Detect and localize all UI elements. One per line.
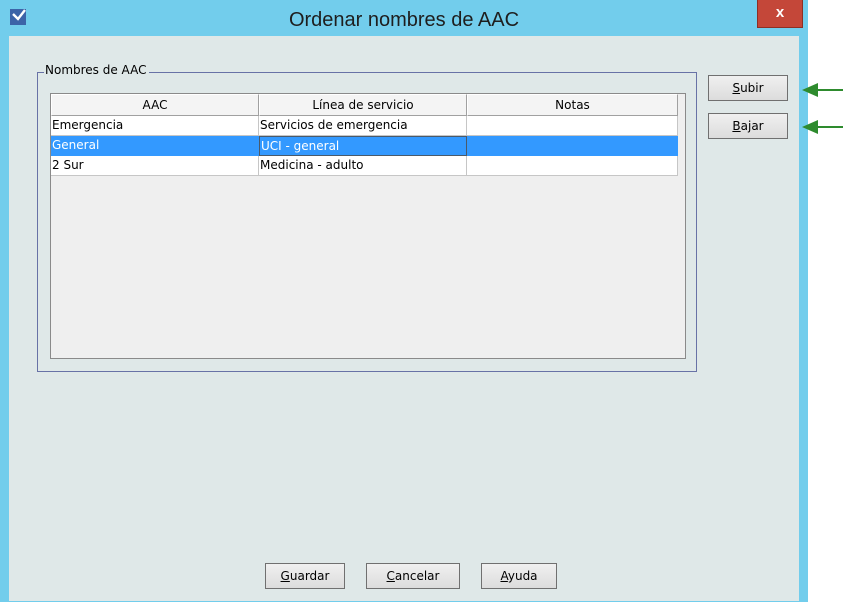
window-title: Ordenar nombres de AAC — [288, 9, 520, 31]
column-header-notas[interactable]: Notas — [467, 94, 678, 116]
group-label: Nombres de AAC — [44, 63, 150, 77]
cell-linea-servicio[interactable]: UCI - general — [259, 136, 467, 156]
cell-aac[interactable]: Emergencia — [51, 116, 259, 136]
table-header: AAC Línea de servicio Notas — [51, 94, 685, 116]
cell-notas[interactable] — [467, 156, 678, 176]
column-header-aac[interactable]: AAC — [51, 94, 259, 116]
aac-table: AAC Línea de servicio Notas Emergencia S… — [50, 93, 686, 359]
cell-linea-servicio[interactable]: Medicina - adulto — [259, 156, 467, 176]
cell-notas[interactable] — [467, 136, 678, 156]
bajar-button[interactable]: Bajar — [708, 113, 788, 139]
cell-notas[interactable] — [467, 116, 678, 136]
close-button[interactable]: x — [757, 0, 803, 28]
guardar-mnemonic: G — [280, 569, 290, 583]
ayuda-mnemonic: A — [500, 569, 508, 583]
cell-aac[interactable]: General — [51, 136, 259, 156]
bajar-mnemonic: B — [732, 119, 741, 133]
cell-aac[interactable]: 2 Sur — [51, 156, 259, 176]
ayuda-button[interactable]: Ayuda — [481, 563, 557, 589]
close-icon: x — [775, 4, 785, 21]
subir-button[interactable]: Subir — [708, 75, 788, 101]
cancelar-label: ancelar — [394, 569, 440, 583]
dialog-window: Ordenar nombres de AAC x Nombres de AAC … — [0, 0, 808, 602]
table-row[interactable]: Emergencia Servicios de emergencia — [51, 116, 678, 136]
annotation-arrow-subir — [802, 83, 843, 97]
subir-mnemonic: S — [732, 81, 741, 95]
guardar-button[interactable]: Guardar — [265, 563, 345, 589]
dialog-body: Nombres de AAC AAC Línea de servicio Not… — [9, 36, 799, 601]
column-header-linea-servicio[interactable]: Línea de servicio — [259, 94, 467, 116]
guardar-label: uardar — [289, 569, 330, 583]
cell-linea-servicio[interactable]: Servicios de emergencia — [259, 116, 467, 136]
bajar-label: ajar — [740, 119, 764, 133]
ayuda-label: yuda — [507, 569, 538, 583]
cancelar-mnemonic: C — [386, 569, 395, 583]
cancelar-button[interactable]: Cancelar — [366, 563, 460, 589]
title-bar[interactable]: Ordenar nombres de AAC x — [0, 0, 808, 36]
table-row[interactable]: 2 Sur Medicina - adulto — [51, 156, 678, 176]
subir-label: ubir — [740, 81, 764, 95]
annotation-arrow-bajar — [802, 120, 843, 134]
table-row-selected[interactable]: General UCI - general — [51, 136, 678, 156]
